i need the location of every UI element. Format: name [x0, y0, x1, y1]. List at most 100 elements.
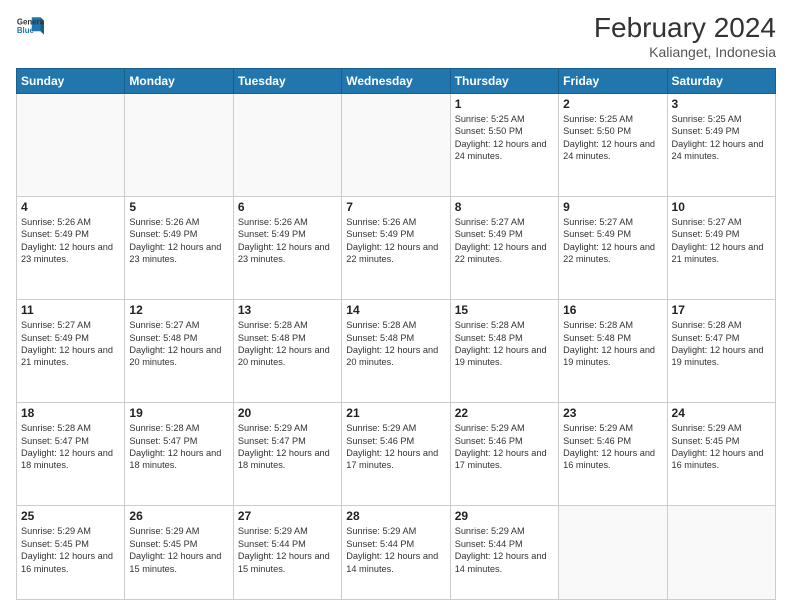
table-row: 1 Sunrise: 5:25 AMSunset: 5:50 PMDaylight…	[450, 94, 558, 197]
day-number: 14	[346, 303, 445, 317]
day-number: 1	[455, 97, 554, 111]
day-info: Sunrise: 5:26 AMSunset: 5:49 PMDaylight:…	[21, 216, 120, 266]
table-row: 6 Sunrise: 5:26 AMSunset: 5:49 PMDaylight…	[233, 197, 341, 300]
col-header-sunday: Sunday	[17, 69, 125, 94]
day-info: Sunrise: 5:26 AMSunset: 5:49 PMDaylight:…	[238, 216, 337, 266]
svg-text:General: General	[17, 17, 44, 26]
day-number: 7	[346, 200, 445, 214]
day-number: 17	[672, 303, 771, 317]
calendar-week-row: 4Sunrise: 5:26 AMSunset: 5:49 PMDaylight…	[17, 197, 776, 300]
day-number: 22	[455, 406, 554, 420]
day-info: Sunrise: 5:27 AMSunset: 5:49 PMDaylight:…	[21, 319, 120, 369]
day-info: Sunrise: 5:26 AMSunset: 5:49 PMDaylight:…	[129, 216, 228, 266]
day-info: Sunrise: 5:29 AMSunset: 5:45 PMDaylight:…	[672, 422, 771, 472]
day-number: 13	[238, 303, 337, 317]
table-row: 24 Sunrise: 5:29 AMSunset: 5:45 PMDayligh…	[667, 403, 775, 506]
day-info: Sunrise: 5:28 AMSunset: 5:48 PMDaylight:…	[455, 319, 554, 369]
table-row: 18 Sunrise: 5:28 AMSunset: 5:47 PMDayligh…	[17, 403, 125, 506]
title-block: February 2024 Kalianget, Indonesia	[594, 12, 776, 60]
day-info: Sunrise: 5:28 AMSunset: 5:48 PMDaylight:…	[563, 319, 662, 369]
table-row: 23Sunrise: 5:29 AMSunset: 5:46 PMDayligh…	[559, 403, 667, 506]
col-header-monday: Monday	[125, 69, 233, 94]
day-info: Sunrise: 5:25 AMSunset: 5:49 PMDaylight:…	[672, 113, 771, 163]
day-info: Sunrise: 5:28 AMSunset: 5:47 PMDaylight:…	[672, 319, 771, 369]
table-row: 20 Sunrise: 5:29 AMSunset: 5:47 PMDayligh…	[233, 403, 341, 506]
day-number: 24	[672, 406, 771, 420]
calendar-week-row: 11 Sunrise: 5:27 AMSunset: 5:49 PMDayligh…	[17, 300, 776, 403]
day-number: 26	[129, 509, 228, 523]
table-row: 26 Sunrise: 5:29 AMSunset: 5:45 PMDayligh…	[125, 506, 233, 600]
day-info: Sunrise: 5:28 AMSunset: 5:47 PMDaylight:…	[129, 422, 228, 472]
table-row: 2 Sunrise: 5:25 AMSunset: 5:50 PMDaylight…	[559, 94, 667, 197]
day-info: Sunrise: 5:28 AMSunset: 5:48 PMDaylight:…	[346, 319, 445, 369]
day-number: 2	[563, 97, 662, 111]
col-header-saturday: Saturday	[667, 69, 775, 94]
table-row: 3 Sunrise: 5:25 AMSunset: 5:49 PMDaylight…	[667, 94, 775, 197]
day-info: Sunrise: 5:28 AMSunset: 5:48 PMDaylight:…	[238, 319, 337, 369]
table-row: 8 Sunrise: 5:27 AMSunset: 5:49 PMDaylight…	[450, 197, 558, 300]
day-number: 6	[238, 200, 337, 214]
day-number: 5	[129, 200, 228, 214]
day-info: Sunrise: 5:27 AMSunset: 5:49 PMDaylight:…	[455, 216, 554, 266]
day-info: Sunrise: 5:26 AMSunset: 5:49 PMDaylight:…	[346, 216, 445, 266]
day-number: 16	[563, 303, 662, 317]
table-row	[233, 94, 341, 197]
table-row	[125, 94, 233, 197]
calendar-week-row: 1 Sunrise: 5:25 AMSunset: 5:50 PMDaylight…	[17, 94, 776, 197]
day-number: 10	[672, 200, 771, 214]
calendar-week-row: 25 Sunrise: 5:29 AMSunset: 5:45 PMDayligh…	[17, 506, 776, 600]
day-info: Sunrise: 5:27 AMSunset: 5:49 PMDaylight:…	[563, 216, 662, 266]
page: General Blue February 2024 Kalianget, In…	[0, 0, 792, 612]
table-row	[17, 94, 125, 197]
day-number: 27	[238, 509, 337, 523]
table-row: 13 Sunrise: 5:28 AMSunset: 5:48 PMDayligh…	[233, 300, 341, 403]
table-row: 29Sunrise: 5:29 AMSunset: 5:44 PMDayligh…	[450, 506, 558, 600]
table-row	[667, 506, 775, 600]
table-row: 27 Sunrise: 5:29 AMSunset: 5:44 PMDayligh…	[233, 506, 341, 600]
logo-icon: General Blue	[16, 12, 44, 40]
calendar-subtitle: Kalianget, Indonesia	[594, 44, 776, 60]
col-header-tuesday: Tuesday	[233, 69, 341, 94]
day-info: Sunrise: 5:29 AMSunset: 5:45 PMDaylight:…	[21, 525, 120, 575]
table-row: 16 Sunrise: 5:28 AMSunset: 5:48 PMDayligh…	[559, 300, 667, 403]
day-info: Sunrise: 5:28 AMSunset: 5:47 PMDaylight:…	[21, 422, 120, 472]
table-row: 11 Sunrise: 5:27 AMSunset: 5:49 PMDayligh…	[17, 300, 125, 403]
logo: General Blue	[16, 12, 44, 40]
header: General Blue February 2024 Kalianget, In…	[16, 12, 776, 60]
day-info: Sunrise: 5:29 AMSunset: 5:46 PMDaylight:…	[455, 422, 554, 472]
day-number: 11	[21, 303, 120, 317]
table-row: 9 Sunrise: 5:27 AMSunset: 5:49 PMDaylight…	[559, 197, 667, 300]
table-row: 4Sunrise: 5:26 AMSunset: 5:49 PMDaylight…	[17, 197, 125, 300]
day-info: Sunrise: 5:29 AMSunset: 5:46 PMDaylight:…	[346, 422, 445, 472]
day-info: Sunrise: 5:25 AMSunset: 5:50 PMDaylight:…	[563, 113, 662, 163]
day-info: Sunrise: 5:29 AMSunset: 5:45 PMDaylight:…	[129, 525, 228, 575]
day-number: 25	[21, 509, 120, 523]
table-row: 22 Sunrise: 5:29 AMSunset: 5:46 PMDayligh…	[450, 403, 558, 506]
day-info: Sunrise: 5:29 AMSunset: 5:44 PMDaylight:…	[238, 525, 337, 575]
col-header-thursday: Thursday	[450, 69, 558, 94]
day-number: 12	[129, 303, 228, 317]
day-number: 18	[21, 406, 120, 420]
day-info: Sunrise: 5:27 AMSunset: 5:49 PMDaylight:…	[672, 216, 771, 266]
table-row: 21 Sunrise: 5:29 AMSunset: 5:46 PMDayligh…	[342, 403, 450, 506]
day-number: 15	[455, 303, 554, 317]
calendar-header-row: Sunday Monday Tuesday Wednesday Thursday…	[17, 69, 776, 94]
table-row: 17 Sunrise: 5:28 AMSunset: 5:47 PMDayligh…	[667, 300, 775, 403]
table-row: 7 Sunrise: 5:26 AMSunset: 5:49 PMDaylight…	[342, 197, 450, 300]
day-number: 8	[455, 200, 554, 214]
day-number: 9	[563, 200, 662, 214]
day-info: Sunrise: 5:25 AMSunset: 5:50 PMDaylight:…	[455, 113, 554, 163]
day-number: 3	[672, 97, 771, 111]
table-row	[342, 94, 450, 197]
table-row: 12Sunrise: 5:27 AMSunset: 5:48 PMDayligh…	[125, 300, 233, 403]
calendar-week-row: 18 Sunrise: 5:28 AMSunset: 5:47 PMDayligh…	[17, 403, 776, 506]
day-info: Sunrise: 5:29 AMSunset: 5:47 PMDaylight:…	[238, 422, 337, 472]
day-number: 19	[129, 406, 228, 420]
col-header-friday: Friday	[559, 69, 667, 94]
calendar-title: February 2024	[594, 12, 776, 44]
day-number: 20	[238, 406, 337, 420]
table-row: 5 Sunrise: 5:26 AMSunset: 5:49 PMDaylight…	[125, 197, 233, 300]
table-row: 28Sunrise: 5:29 AMSunset: 5:44 PMDayligh…	[342, 506, 450, 600]
day-number: 21	[346, 406, 445, 420]
svg-text:Blue: Blue	[17, 26, 35, 35]
